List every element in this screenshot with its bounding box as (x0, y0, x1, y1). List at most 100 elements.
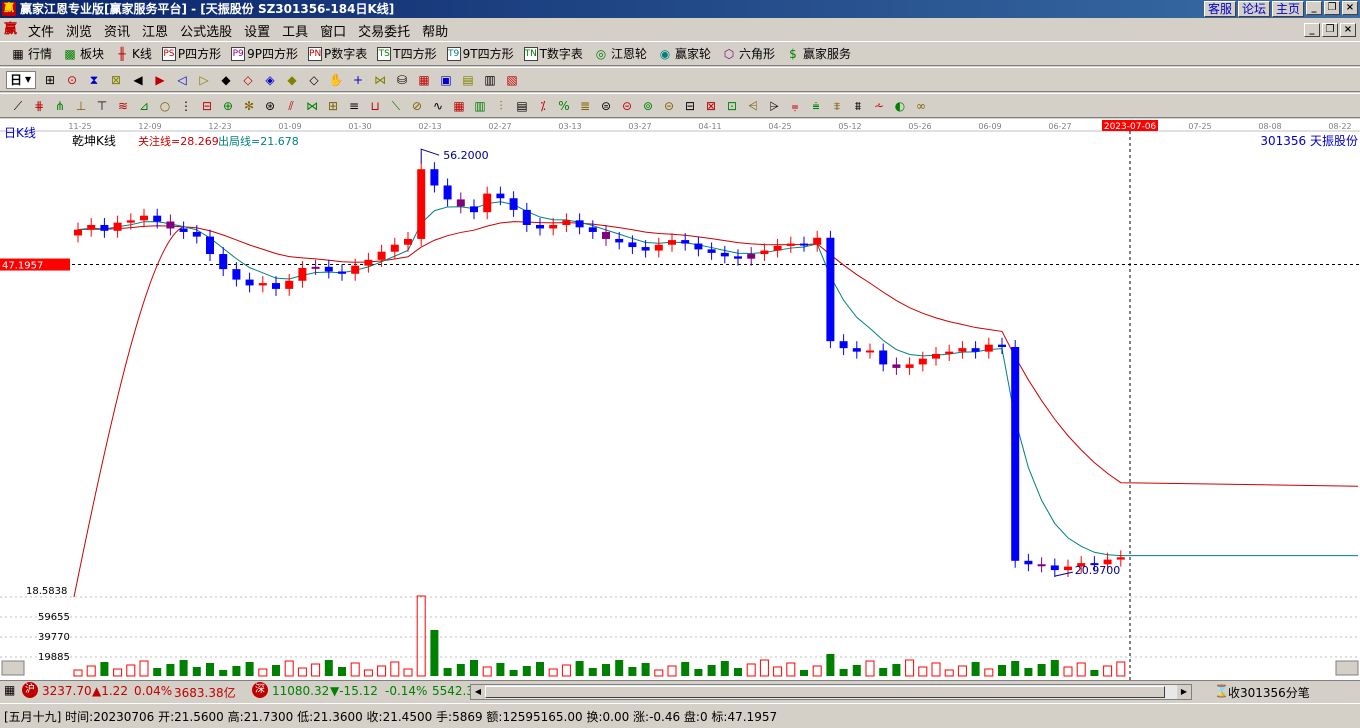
9t-square-button[interactable]: T9 9T四方形 (443, 44, 518, 64)
chart-tool-icon[interactable]: ◈ (262, 72, 278, 88)
drawing-tool-icon[interactable]: ⊘ (409, 98, 425, 114)
drawing-tool-icon[interactable]: ⩨ (829, 98, 845, 114)
drawing-tool-icon[interactable]: ▤ (514, 98, 530, 114)
quotes-button[interactable]: ▦ 行情 (6, 44, 56, 64)
drawing-tool-icon[interactable]: ⊟ (199, 98, 215, 114)
drawing-tool-icon[interactable]: ∿ (430, 98, 446, 114)
drawing-tool-icon[interactable]: ⟋ (10, 98, 26, 114)
menu-tools[interactable]: 工具 (276, 21, 314, 40)
chart-tool-icon[interactable]: ◁ (174, 72, 190, 88)
drawing-tool-icon[interactable]: ⩧ (808, 98, 824, 114)
drawing-tool-icon[interactable]: ⋮ (178, 98, 194, 114)
drawing-tool-icon[interactable]: ⩪ (871, 98, 887, 114)
chart-tool-icon[interactable]: ◆ (218, 72, 234, 88)
drawing-tool-icon[interactable]: ⁒ (535, 98, 551, 114)
scroll-left-arrow[interactable]: ◀ (471, 685, 485, 699)
drawing-tool-icon[interactable]: ⫶ (493, 98, 509, 114)
chart-tool-icon[interactable]: ▥ (482, 72, 498, 88)
hexagon-button[interactable]: ⬡ 六角形 (717, 44, 779, 64)
drawing-tool-icon[interactable]: ⊔ (367, 98, 383, 114)
grid-icon[interactable]: ▦ (4, 683, 15, 697)
drawing-tool-icon[interactable]: ⊛ (262, 98, 278, 114)
drawing-tool-icon[interactable]: ⋔ (52, 98, 68, 114)
menu-trade[interactable]: 交易委托 (352, 21, 416, 40)
winner-wheel-button[interactable]: ◉ 赢家轮 (653, 44, 715, 64)
drawing-tool-icon[interactable]: ≋ (115, 98, 131, 114)
menu-formula[interactable]: 公式选股 (174, 21, 238, 40)
chart-tool-icon[interactable]: ◆ (284, 72, 300, 88)
kline-chart[interactable]: 11-25 12-09 12-23 01-09 01-30 02-13 02-27 03-13… (0, 119, 1360, 680)
mdi-close-button[interactable]: × (1340, 23, 1356, 37)
menu-window[interactable]: 窗口 (314, 21, 352, 40)
drawing-tool-icon[interactable]: ⩤ (745, 98, 761, 114)
drawing-tool-icon[interactable]: ⊥ (73, 98, 89, 114)
period-dropdown[interactable]: 日 ▼ (6, 70, 37, 89)
drawing-tool-icon[interactable]: % (556, 98, 572, 114)
drawing-tool-icon[interactable]: ⊟ (682, 98, 698, 114)
homepage-link[interactable]: 主页 (1271, 1, 1304, 17)
chart-tool-icon[interactable]: ⊞ (42, 72, 58, 88)
drawing-tool-icon[interactable]: ◐ (892, 98, 908, 114)
drawing-tool-icon[interactable]: ⊚ (640, 98, 656, 114)
winner-service-button[interactable]: $ 赢家服务 (781, 44, 855, 64)
drawing-tool-icon[interactable]: ⊿ (136, 98, 152, 114)
close-button[interactable]: × (1342, 1, 1358, 15)
drawing-tool-icon[interactable]: ⊡ (724, 98, 740, 114)
drawing-tool-icon[interactable]: ⊞ (325, 98, 341, 114)
chart-tool-icon[interactable]: ▶ (152, 72, 168, 88)
menu-gann[interactable]: 江恩 (136, 21, 174, 40)
chart-tool-icon[interactable]: ◇ (306, 72, 322, 88)
chart-tool-icon[interactable]: ⛁ (394, 72, 410, 88)
scroll-right-arrow[interactable]: ▶ (1177, 685, 1191, 699)
drawing-tool-icon[interactable]: ✻ (241, 98, 257, 114)
drawing-tool-icon[interactable]: ▥ (472, 98, 488, 114)
chart-tool-icon[interactable]: ◇ (240, 72, 256, 88)
tick-detail-label[interactable]: 收301356分笔 (1228, 684, 1310, 701)
drawing-tool-icon[interactable]: ⊝ (619, 98, 635, 114)
drawing-tool-icon[interactable]: ⩩ (850, 98, 866, 114)
menu-file[interactable]: 文件 (22, 21, 60, 40)
drawing-tool-icon[interactable]: ⫽ (283, 98, 299, 114)
p-number-table-button[interactable]: PN P数字表 (304, 44, 371, 64)
drawing-tool-icon[interactable]: ⊕ (220, 98, 236, 114)
drawing-tool-icon[interactable]: ⊤ (94, 98, 110, 114)
drawing-tool-icon[interactable]: ▦ (451, 98, 467, 114)
9p-square-button[interactable]: P9 9P四方形 (227, 44, 302, 64)
t-square-button[interactable]: TS T四方形 (373, 44, 440, 64)
chart-tool-icon[interactable]: ⧗ (86, 72, 102, 88)
chart-tool-icon[interactable]: + (350, 72, 366, 88)
chart-tool-icon[interactable]: ▤ (460, 72, 476, 88)
chart-scrollbar[interactable]: ◀ ▶ (470, 684, 1192, 700)
drawing-tool-icon[interactable]: ≡ (346, 98, 362, 114)
menu-info[interactable]: 资讯 (98, 21, 136, 40)
minimize-button[interactable]: _ (1306, 1, 1322, 15)
drawing-tool-icon[interactable]: ⊠ (703, 98, 719, 114)
menu-settings[interactable]: 设置 (238, 21, 276, 40)
drawing-tool-icon[interactable]: ⩥ (766, 98, 782, 114)
chart-tool-icon[interactable]: ▷ (196, 72, 212, 88)
kline-button[interactable]: ╫ K线 (110, 44, 156, 64)
mdi-restore-button[interactable]: ❐ (1322, 23, 1338, 37)
gann-wheel-button[interactable]: ◎ 江恩轮 (589, 44, 651, 64)
chart-tool-icon[interactable]: ⋈ (372, 72, 388, 88)
chart-tool-icon[interactable]: ▦ (416, 72, 432, 88)
kline-chart-area[interactable]: 11-25 12-09 12-23 01-09 01-30 02-13 02-27 03-13… (0, 119, 1360, 680)
chart-tool-icon[interactable]: ⊙ (64, 72, 80, 88)
chart-tool-icon[interactable]: ◀ (130, 72, 146, 88)
drawing-tool-icon[interactable]: ⊝ (661, 98, 677, 114)
chart-tool-icon[interactable]: ✋ (328, 72, 344, 88)
menu-browse[interactable]: 浏览 (60, 21, 98, 40)
scroll-thumb[interactable] (485, 686, 1165, 698)
menu-help[interactable]: 帮助 (416, 21, 454, 40)
customer-service-link[interactable]: 客服 (1203, 1, 1236, 17)
sectors-button[interactable]: ▩ 板块 (58, 44, 108, 64)
drawing-tool-icon[interactable]: ⟍ (388, 98, 404, 114)
drawing-tool-icon[interactable]: ⋕ (31, 98, 47, 114)
drawing-tool-icon[interactable]: ⋈ (304, 98, 320, 114)
restore-button[interactable]: ❐ (1324, 1, 1340, 15)
mdi-minimize-button[interactable]: _ (1304, 23, 1320, 37)
drawing-tool-icon[interactable]: ≣ (577, 98, 593, 114)
drawing-tool-icon[interactable]: ∞ (913, 98, 929, 114)
chart-tool-icon[interactable]: ▣ (438, 72, 454, 88)
drawing-tool-icon[interactable]: ⩦ (787, 98, 803, 114)
